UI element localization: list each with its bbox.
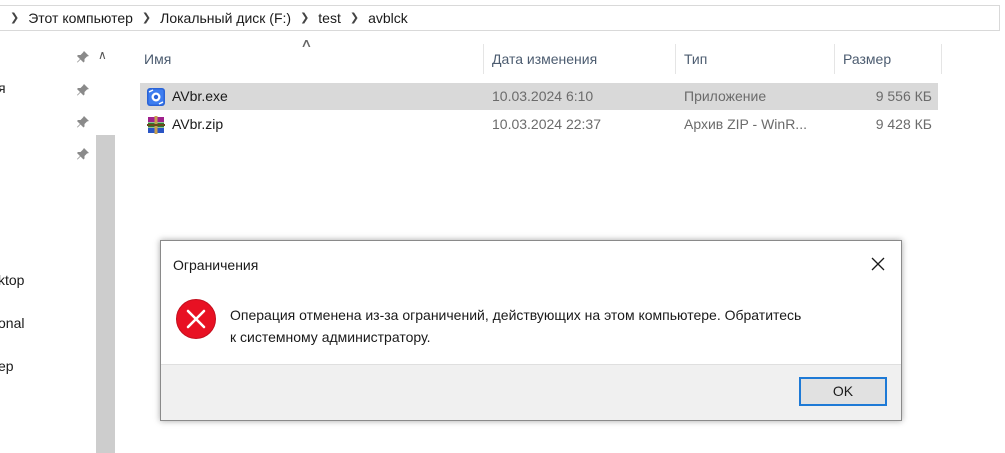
dialog-footer: OK <box>161 364 901 420</box>
column-header-type[interactable]: Тип <box>676 44 835 74</box>
dialog-message: Операция отменена из-за ограничений, дей… <box>230 304 890 348</box>
breadcrumb-local-disk[interactable]: Локальный диск (F:) <box>160 10 291 26</box>
breadcrumb-chevron-icon[interactable]: ❯ <box>10 11 19 24</box>
pin-icon[interactable] <box>76 147 90 161</box>
column-header-date[interactable]: Дата изменения <box>484 44 676 74</box>
close-button[interactable] <box>865 251 891 277</box>
address-bar[interactable]: ❯ Этот компьютер ❯ Локальный диск (F:) ❯… <box>0 5 1000 31</box>
dialog-title: Ограничения <box>173 257 259 273</box>
column-header-name[interactable]: Имя <box>136 44 484 74</box>
ok-button[interactable]: OK <box>799 377 887 406</box>
nav-scrollbar-track[interactable] <box>96 32 115 132</box>
nav-item-label[interactable]: onal <box>0 315 24 331</box>
file-type: Архив ZIP - WinR... <box>684 116 807 132</box>
breadcrumb-chevron-icon[interactable]: ❯ <box>350 11 359 24</box>
error-icon <box>176 299 216 339</box>
scroll-up-icon[interactable]: ∧ <box>98 48 107 62</box>
dialog-message-line: Операция отменена из-за ограничений, дей… <box>230 307 802 323</box>
column-header-size[interactable]: Размер <box>835 44 942 74</box>
dialog-message-line: к системному администратору. <box>230 329 431 345</box>
file-date: 10.03.2024 22:37 <box>492 116 601 132</box>
breadcrumb-avblck[interactable]: avblck <box>368 10 408 26</box>
breadcrumb-this-pc[interactable]: Этот компьютер <box>28 10 133 26</box>
nav-item-label[interactable]: ktop <box>0 272 24 288</box>
nav-item-label[interactable]: ер <box>0 358 14 374</box>
file-date: 10.03.2024 6:10 <box>492 88 594 104</box>
file-row[interactable]: AVbr.zip 10.03.2024 22:37 Архив ZIP - Wi… <box>140 111 938 138</box>
nav-scrollbar-thumb[interactable] <box>96 135 115 453</box>
file-size: 9 428 КБ <box>875 116 932 132</box>
pin-icon[interactable] <box>76 83 90 97</box>
breadcrumb-test[interactable]: test <box>318 10 341 26</box>
breadcrumb-chevron-icon[interactable]: ❯ <box>300 11 309 24</box>
file-size: 9 556 КБ <box>875 88 932 104</box>
exe-app-icon <box>147 88 165 106</box>
breadcrumb-chevron-icon[interactable]: ❯ <box>142 11 151 24</box>
file-name: AVbr.zip <box>172 116 224 132</box>
pin-icon[interactable] <box>76 115 90 129</box>
nav-item-label[interactable]: я <box>0 80 6 96</box>
file-name: AVbr.exe <box>172 88 228 104</box>
restrictions-dialog: Ограничения Операция отменена из-за огра… <box>160 240 902 421</box>
winrar-archive-icon <box>147 116 165 134</box>
file-explorer-window: ❯ Этот компьютер ❯ Локальный диск (F:) ❯… <box>0 0 1005 453</box>
file-type: Приложение <box>684 88 767 104</box>
file-row[interactable]: AVbr.exe 10.03.2024 6:10 Приложение 9 55… <box>140 83 938 110</box>
column-header-row: Имя Дата изменения Тип Размер <box>130 44 942 74</box>
navigation-pane[interactable]: я ktop onal ер <box>0 32 96 453</box>
pin-icon[interactable] <box>76 50 90 64</box>
close-icon <box>871 257 885 271</box>
